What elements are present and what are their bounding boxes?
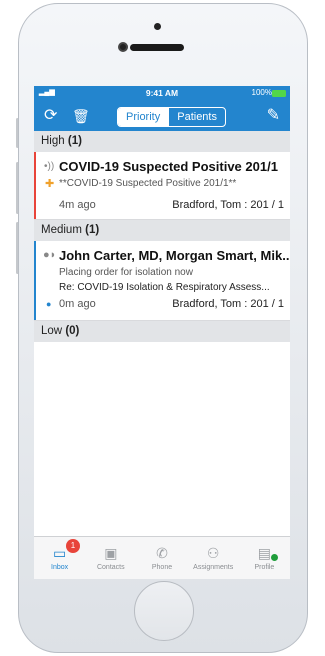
front-camera <box>118 42 128 52</box>
refresh-icon[interactable]: ⟳ <box>44 107 57 125</box>
view-segmented-control: Priority Patients <box>117 107 226 127</box>
phone-icon: ✆ <box>156 545 168 561</box>
item-time: 4m ago <box>59 199 96 211</box>
screen: ▂▄▆ 9:41 AM 100% ⟳ 🗑 Priority Patients ✎… <box>34 86 290 579</box>
trash-icon[interactable]: 🗑 <box>72 107 90 125</box>
alert-sound-icon: •)) <box>44 161 55 172</box>
section-label: Low <box>41 325 63 337</box>
tab-bar: ▭ 1 Inbox ▣ Contacts ✆ Phone ⚇ Assignmen… <box>34 536 290 579</box>
sensor <box>154 23 161 30</box>
battery-percentage: 100% <box>251 88 272 97</box>
toolbar: ⟳ 🗑 Priority Patients ✎ <box>34 103 290 129</box>
section-header-medium: Medium (1) <box>34 220 290 241</box>
tab-label: Contacts <box>96 564 125 571</box>
tab-priority[interactable]: Priority <box>118 108 169 126</box>
item-patient: Bradford, Tom : 201 / 1 <box>172 199 284 211</box>
tab-label: Inbox <box>51 564 69 571</box>
section-label: Medium <box>41 224 82 236</box>
unread-dot-icon: ● <box>46 299 52 309</box>
assignments-icon: ⚇ <box>206 545 220 561</box>
item-preview: **COVID-19 Suspected Positive 201/1** <box>59 178 237 189</box>
battery-icon <box>272 90 286 97</box>
home-button[interactable] <box>134 581 194 641</box>
section-count: (0) <box>65 325 80 337</box>
tab-profile[interactable]: ▤ Profile <box>239 537 290 579</box>
online-status-dot <box>271 554 279 561</box>
status-bar: ▂▄▆ 9:41 AM 100% <box>34 86 290 101</box>
tab-inbox[interactable]: ▭ 1 Inbox <box>34 537 85 579</box>
compose-icon[interactable]: ✎ <box>267 107 280 125</box>
item-patient: Bradford, Tom : 201 / 1 <box>172 298 284 310</box>
tab-patients[interactable]: Patients <box>168 108 225 126</box>
nav-bar: ▂▄▆ 9:41 AM 100% ⟳ 🗑 Priority Patients ✎ <box>34 86 290 131</box>
section-header-high: High (1) <box>34 131 290 152</box>
contacts-icon: ▣ <box>104 545 118 561</box>
inbox-badge: 1 <box>66 539 80 553</box>
section-label: High <box>41 135 65 147</box>
pin-icon: ✚ <box>45 178 55 190</box>
tab-phone[interactable]: ✆ Phone <box>136 537 187 579</box>
tab-label: Assignments <box>193 564 234 571</box>
section-count: (1) <box>85 224 100 236</box>
item-title: John Carter, MD, Morgan Smart, Mik... <box>59 248 290 263</box>
section-header-low: Low (0) <box>34 321 290 342</box>
list-item-alert[interactable]: •)) COVID-19 Suspected Positive 201/1 ✚ … <box>34 152 290 220</box>
conversation-icon: ●◗ <box>43 249 57 261</box>
tab-contacts[interactable]: ▣ Contacts <box>85 537 136 579</box>
item-title: COVID-19 Suspected Positive 201/1 <box>59 159 278 174</box>
list-item-message[interactable]: ●◗ John Carter, MD, Morgan Smart, Mik...… <box>34 241 290 321</box>
tab-label: Profile <box>254 564 275 571</box>
item-subject: Re: COVID-19 Isolation & Respiratory Ass… <box>59 282 270 293</box>
item-preview: Placing order for isolation now <box>59 267 193 278</box>
tab-assignments[interactable]: ⚇ Assignments <box>188 537 239 579</box>
unread-bar <box>34 241 36 320</box>
section-count: (1) <box>67 135 82 147</box>
tab-label: Phone <box>151 564 173 571</box>
earpiece-speaker <box>130 44 184 51</box>
priority-bar <box>34 152 36 219</box>
profile-icon: ▤ <box>257 545 272 561</box>
item-time: 0m ago <box>59 298 96 310</box>
